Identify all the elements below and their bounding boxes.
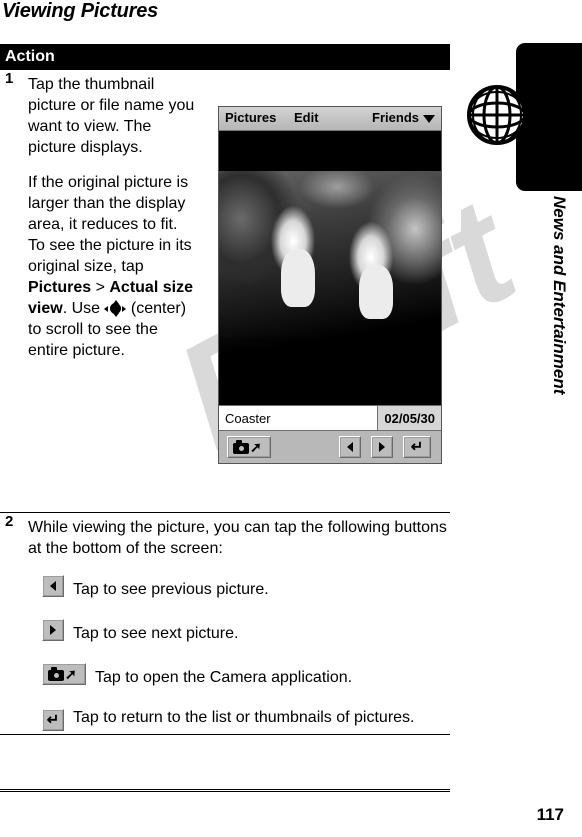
step-body: While viewing the picture, you can tap t… — [28, 517, 450, 731]
photo-letterbox-bottom — [219, 337, 441, 405]
joystick-center-icon — [104, 300, 127, 317]
device-photo[interactable] — [219, 131, 441, 405]
camera-icon: ➚ — [233, 440, 265, 454]
table-row: 1 Tap the thumbnail picture or file name… — [0, 70, 450, 513]
device-screenshot: Pictures Edit Friends Coaster 02/05/30 ➚… — [218, 106, 442, 464]
device-file-date: 02/05/30 — [377, 406, 441, 430]
menu-pictures: Pictures — [28, 279, 92, 296]
step-number: 1 — [5, 70, 14, 87]
return-button-sample[interactable]: ↵ — [42, 709, 64, 731]
previous-arrow-icon — [50, 581, 56, 591]
previous-button-description: Tap to see previous picture. — [73, 580, 269, 598]
camera-icon: ➚ — [48, 667, 80, 681]
step1-p2-text-1: If the original picture is larger than t… — [28, 174, 192, 275]
device-file-name: Coaster — [225, 410, 271, 426]
action-table: Action 1 Tap the thumbnail picture or fi… — [0, 44, 450, 737]
step-number: 2 — [5, 513, 14, 530]
button-legend-return: ↵ Tap to return to the list or thumbnail… — [28, 707, 448, 731]
photo-background — [219, 169, 441, 364]
return-arrow-icon: ↵ — [46, 711, 60, 729]
next-button-description: Tap to see next picture. — [73, 624, 239, 642]
table-header-action: Action — [0, 44, 450, 70]
next-arrow-icon — [50, 625, 56, 635]
step1-p2-text-2: > — [91, 279, 110, 296]
device-menu-edit[interactable]: Edit — [294, 110, 319, 125]
step1-paragraph-1: Tap the thumbnail picture or file name y… — [28, 76, 195, 156]
photo-letterbox-top — [219, 131, 441, 171]
camera-button-description: Tap to open the Camera application. — [95, 668, 353, 686]
device-next-button[interactable] — [371, 436, 393, 458]
device-menu-pictures[interactable]: Pictures — [225, 110, 276, 125]
button-legend-previous: Tap to see previous picture. — [28, 575, 448, 603]
step-body: Tap the thumbnail picture or file name y… — [28, 74, 200, 361]
table-row: 2 While viewing the picture, you can tap… — [0, 513, 450, 735]
photo-figure-left — [281, 249, 315, 307]
device-toolbar: ➚ ↵ — [219, 431, 441, 463]
return-arrow-icon: ↵ — [410, 438, 424, 456]
previous-button-sample[interactable] — [42, 575, 64, 597]
device-camera-button[interactable]: ➚ — [227, 436, 271, 458]
step2-intro: While viewing the picture, you can tap t… — [28, 519, 447, 557]
device-menu-friends[interactable]: Friends — [372, 110, 419, 125]
step1-paragraph-2: If the original picture is larger than t… — [28, 172, 198, 361]
device-caption-bar: Coaster 02/05/30 — [219, 405, 441, 431]
page-title: Viewing Pictures — [2, 0, 159, 22]
device-menubar: Pictures Edit Friends — [219, 107, 441, 131]
button-legend-next: Tap to see next picture. — [28, 619, 448, 647]
footer-rule — [0, 789, 450, 792]
step1-p2-text-3: . Use — [62, 300, 105, 317]
button-legend-camera: ➚ Tap to open the Camera application. — [28, 663, 448, 691]
side-tab-label: News and Entertainment — [550, 196, 569, 395]
chevron-down-icon[interactable] — [423, 115, 435, 123]
camera-button-sample[interactable]: ➚ — [42, 663, 86, 685]
next-button-sample[interactable] — [42, 619, 64, 641]
device-previous-button[interactable] — [339, 436, 361, 458]
next-arrow-icon — [379, 442, 385, 452]
page-number: 117 — [536, 805, 564, 824]
globe-icon — [466, 84, 528, 146]
previous-arrow-icon — [347, 442, 353, 452]
device-return-button[interactable]: ↵ — [403, 436, 431, 458]
side-tab-label-rotated: News and Entertainment — [546, 196, 576, 526]
return-button-description: Tap to return to the list or thumbnails … — [73, 709, 415, 726]
photo-figure-right — [359, 265, 393, 319]
